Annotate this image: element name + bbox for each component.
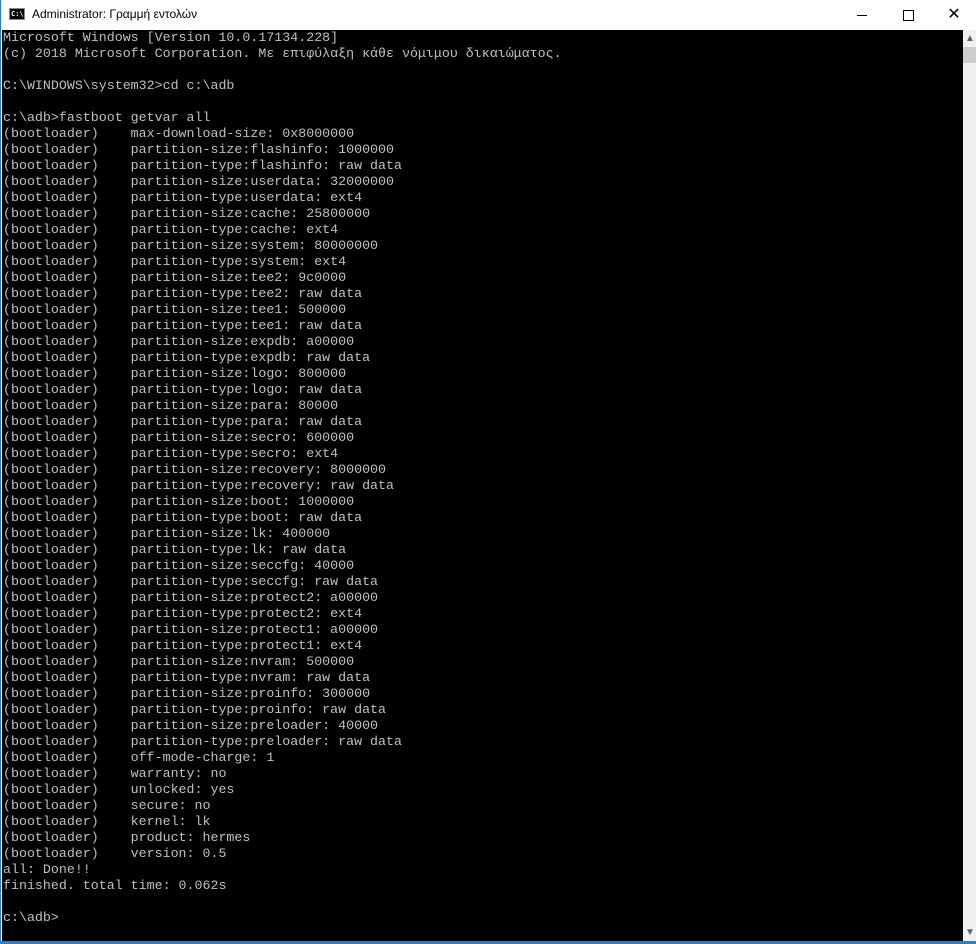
- console-line: (bootloader) partition-type:lk: raw data: [3, 542, 347, 557]
- console-line: (bootloader) partition-type:seccfg: raw …: [3, 574, 379, 589]
- console-line: (bootloader) unlocked: yes: [3, 782, 235, 797]
- title-bar[interactable]: C:\. Administrator: Γραμμή εντολών ✕: [1, 0, 976, 30]
- console-line: (bootloader) partition-size:preloader: 4…: [3, 718, 379, 733]
- console-line: (bootloader) partition-type:tee2: raw da…: [3, 286, 363, 301]
- console-line: (bootloader) partition-size:seccfg: 4000…: [3, 558, 355, 573]
- console-line: finished. total time: 0.062s: [3, 878, 227, 893]
- minimize-button[interactable]: [839, 0, 885, 30]
- console-line: (bootloader) partition-size:recovery: 80…: [3, 462, 387, 477]
- console-line: (bootloader) partition-size:para: 80000: [3, 398, 339, 413]
- console-line: c:\adb>fastboot getvar all: [3, 110, 211, 125]
- console-line: (bootloader) secure: no: [3, 798, 211, 813]
- console-line: (bootloader) partition-type:tee1: raw da…: [3, 318, 363, 333]
- console-line: (bootloader) partition-type:system: ext4: [3, 254, 347, 269]
- console-line: (bootloader) partition-type:boot: raw da…: [3, 510, 363, 525]
- console-line: (c) 2018 Microsoft Corporation. Με επιφύ…: [3, 46, 562, 61]
- console-line: (bootloader) partition-type:protect2: ex…: [3, 606, 363, 621]
- console-line: (bootloader) version: 0.5: [3, 846, 227, 861]
- scroll-up-icon[interactable]: ▲: [963, 30, 976, 47]
- console-line: (bootloader) partition-type:nvram: raw d…: [3, 670, 371, 685]
- console-line: all: Done!!: [3, 862, 91, 877]
- console-line: (bootloader) partition-type:userdata: ex…: [3, 190, 363, 205]
- console-line: (bootloader) partition-size:lk: 400000: [3, 526, 331, 541]
- console-line: (bootloader) partition-size:proinfo: 300…: [3, 686, 371, 701]
- console-lines: Microsoft Windows [Version 10.0.17134.22…: [2, 30, 963, 926]
- console-line: (bootloader) partition-size:flashinfo: 1…: [3, 142, 394, 157]
- maximize-button[interactable]: [885, 0, 931, 30]
- console-line: (bootloader) partition-size:boot: 100000…: [3, 494, 355, 509]
- console-line: (bootloader) partition-type:preloader: r…: [3, 734, 402, 749]
- console-line: (bootloader) partition-size:protect2: a0…: [3, 590, 379, 605]
- console-line: (bootloader) partition-type:expdb: raw d…: [3, 350, 371, 365]
- maximize-icon: [902, 9, 914, 21]
- console-line: (bootloader) partition-type:protect1: ex…: [3, 638, 363, 653]
- console-line: (bootloader) partition-type:proinfo: raw…: [3, 702, 387, 717]
- console-line: (bootloader) kernel: lk: [3, 814, 211, 829]
- console-line: (bootloader) product: hermes: [3, 830, 251, 845]
- console-line: (bootloader) max-download-size: 0x800000…: [3, 126, 355, 141]
- console-line: (bootloader) partition-type:secro: ext4: [3, 446, 339, 461]
- console-line: C:\WINDOWS\system32>cd c:\adb: [3, 78, 235, 93]
- console-output[interactable]: Microsoft Windows [Version 10.0.17134.22…: [2, 30, 963, 941]
- close-icon: ✕: [947, 6, 961, 23]
- console-line: (bootloader) partition-size:userdata: 32…: [3, 174, 394, 189]
- console-line: (bootloader) partition-size:expdb: a0000…: [3, 334, 355, 349]
- console-line: (bootloader) partition-size:secro: 60000…: [3, 430, 355, 445]
- console-line: (bootloader) partition-type:para: raw da…: [3, 414, 363, 429]
- scroll-down-icon[interactable]: ▼: [963, 924, 976, 941]
- console-line: (bootloader) partition-type:flashinfo: r…: [3, 158, 402, 173]
- console-line: (bootloader) partition-size:nvram: 50000…: [3, 654, 355, 669]
- console-line: Microsoft Windows [Version 10.0.17134.22…: [3, 30, 339, 45]
- console-line: (bootloader) partition-size:system: 8000…: [3, 238, 379, 253]
- console-line: (bootloader) partition-size:tee2: 9c0000: [3, 270, 347, 285]
- scrollbar-thumb[interactable]: [963, 47, 976, 63]
- console-line: (bootloader) warranty: no: [3, 766, 227, 781]
- console-line: (bootloader) partition-type:cache: ext4: [3, 222, 339, 237]
- command-prompt-window: C:\. Administrator: Γραμμή εντολών ✕ Mic…: [0, 0, 976, 942]
- console-line: (bootloader) partition-type:recovery: ra…: [3, 478, 394, 493]
- console-line: (bootloader) partition-size:cache: 25800…: [3, 206, 371, 221]
- window-title: Administrator: Γραμμή εντολών: [32, 7, 198, 21]
- cmd-icon[interactable]: C:\.: [9, 8, 28, 20]
- console-line: c:\adb>: [3, 910, 59, 925]
- console-line: (bootloader) partition-size:protect1: a0…: [3, 622, 379, 637]
- close-button[interactable]: ✕: [931, 0, 976, 30]
- console-line: (bootloader) partition-size:tee1: 500000: [3, 302, 347, 317]
- vertical-scrollbar[interactable]: ▲ ▼: [963, 30, 976, 941]
- console-line: (bootloader) partition-size:logo: 800000: [3, 366, 347, 381]
- minimize-icon: [857, 14, 867, 16]
- console-line: (bootloader) off-mode-charge: 1: [3, 750, 275, 765]
- console-line: (bootloader) partition-type:logo: raw da…: [3, 382, 363, 397]
